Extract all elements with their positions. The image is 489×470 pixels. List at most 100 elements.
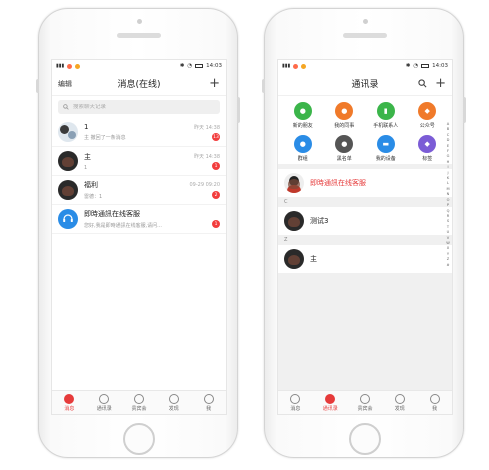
grid-label: 黑名单 [336,156,352,162]
contacts-list: C 测试3 Z 主 [278,197,452,397]
contacts-screen: ▮▮▮ ✱ ◔ 14:03 通讯录 + ● 新的朋友 ● 我的同事 ▮ 手机联系人 ◆ 公众… [277,59,453,415]
grid-item-groups[interactable]: ● 群组 [282,135,324,162]
grid-item-tags[interactable]: ◆ 标签 [407,135,449,162]
earpiece-speaker [117,33,161,38]
globe-icon [133,393,144,404]
contact-item[interactable]: 测试3 [278,207,452,235]
tab-vip[interactable]: 贵宾会 [348,391,383,414]
notification-dot-icon [293,63,299,69]
front-camera [363,19,368,24]
grid-item-devices[interactable]: ▬ 我的设备 [365,135,407,162]
grid-item-official-accounts[interactable]: ◆ 公众号 [407,102,449,129]
add-icon[interactable]: + [435,77,446,90]
tab-vip[interactable]: 贵宾会 [122,391,157,414]
tab-discover[interactable]: 发现 [156,391,191,414]
tab-label: 我 [206,405,212,412]
grid-label: 我的同事 [334,123,355,129]
avatar [58,151,78,171]
tab-contacts[interactable]: 通讯录 [313,391,348,414]
grid-label: 新的朋友 [292,123,313,129]
conversation-preview: 主 撤回了一条消息 [84,135,126,141]
grid-item-phone-contacts[interactable]: ▮ 手机联系人 [365,102,407,129]
customer-service-contact[interactable]: 即時通訊在线客服 [278,169,452,197]
app-notify-icon [301,63,307,69]
tab-label: 通讯录 [322,405,338,412]
conversation-time: 09-29 09:20 [189,182,220,188]
service-name: 即時通訊在线客服 [310,179,366,187]
unread-badge: 1 [212,220,220,228]
bluetooth-icon: ✱ [179,63,185,69]
bluetooth-icon: ✱ [405,63,411,69]
app-notify-icon [75,63,81,69]
signal-icon: ▮▮▮ [282,63,291,69]
contact-item[interactable]: 主 [278,245,452,273]
grid-label: 手机联系人 [373,123,399,129]
grid-item-new-friends[interactable]: ● 新的朋友 [282,102,324,129]
messages-screen: ▮▮▮ ✱◔ 14:03 编辑 消息(在线) + 1 主 撤回了一条消息 [51,59,227,415]
grid-item-colleagues[interactable]: ● 我的同事 [324,102,366,129]
avatar [58,180,78,200]
tag-icon: ◆ [418,135,437,153]
contact-name: 测试3 [310,217,329,225]
customer-service-avatar [58,209,78,229]
earpiece-speaker [343,33,387,38]
search-input[interactable] [73,104,183,110]
search-box[interactable] [58,100,220,114]
tab-label: 通讯录 [96,405,112,412]
tab-label: 发现 [394,405,405,412]
bottom-tab-bar: 消息 通讯录 贵宾会 发现 我 [52,390,226,414]
contacts-navbar: 通讯录 + [278,72,452,96]
page-title: 消息(在线) [117,80,161,90]
unread-badge: 1 [212,162,220,170]
message-icon [64,393,75,404]
colleague-icon: ● [335,102,354,120]
alphabet-index-bar[interactable]: A B C D E F G H I J K L M N O P Q R S T U V W X Y Z # [445,122,451,268]
conversation-item-4[interactable]: 即時通訊在线客服 您好,我是即時通訊在线客服,请问... 1 [52,205,226,234]
tab-contacts[interactable]: 通讯录 [87,391,122,414]
contacts-function-grid: ● 新的朋友 ● 我的同事 ▮ 手机联系人 ◆ 公众号 ● 群组 ● 黑名单 ▬ 我的设备 ◆… [278,96,452,164]
grid-item-blacklist[interactable]: ● 黑名单 [324,135,366,162]
conversation-item-3[interactable]: 福利 雷德：1 09-29 09:20 2 [52,176,226,205]
message-icon [290,393,301,404]
conversation-preview: 您好,我是即時通訊在线客服,请问... [84,223,162,229]
phone-icon: ▮ [376,102,395,120]
search-icon[interactable] [418,79,427,88]
messages-navbar: 编辑 消息(在线) + [52,72,226,96]
conversation-name: 即時通訊在线客服 [84,210,140,218]
conversation-time: 昨天 14:38 [194,125,220,131]
tab-messages[interactable]: 消息 [52,391,87,414]
unread-badge: 13 [212,133,220,141]
avatar [284,249,304,269]
status-bar: ▮▮▮ ✱ ◔ 14:03 [278,60,452,72]
contacts-icon [99,393,110,404]
grid-label: 我的设备 [375,156,396,162]
tab-label: 贵宾会 [131,405,147,412]
index-letter[interactable]: # [446,263,449,268]
status-bar: ▮▮▮ ✱ ◔ 14:03 [52,60,226,72]
contacts-icon [325,393,336,404]
tab-label: 消息 [290,405,301,412]
avatar [284,211,304,231]
unread-badge: 2 [212,191,220,199]
status-time: 14:03 [206,63,222,69]
tab-me[interactable]: 我 [191,391,226,414]
conversation-item-2[interactable]: 主 1 昨天 14:38 1 [52,147,226,176]
section-header-c: C [278,197,452,207]
search-icon [63,104,69,110]
conversation-preview: 1 [84,164,88,171]
official-account-icon: ◆ [418,102,437,120]
search-bar [52,96,226,118]
home-button[interactable] [123,423,155,455]
tab-messages[interactable]: 消息 [278,391,313,414]
wifi-icon: ◔ [413,63,419,69]
group-icon: ● [293,135,312,153]
conversation-item-1[interactable]: 1 主 撤回了一条消息 昨天 14:38 13 [52,118,226,147]
tab-me[interactable]: 我 [417,391,452,414]
add-icon[interactable]: + [209,77,220,90]
home-button[interactable] [349,423,381,455]
tab-label: 贵宾会 [357,405,373,412]
tab-discover[interactable]: 发现 [382,391,417,414]
status-time: 14:03 [432,63,448,69]
edit-button[interactable]: 编辑 [58,79,72,89]
signal-icon: ▮▮▮ [56,63,65,69]
